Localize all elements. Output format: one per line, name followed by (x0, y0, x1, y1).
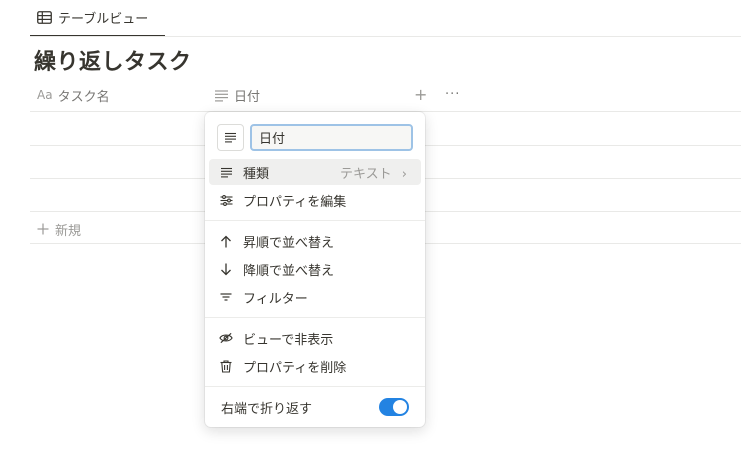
sliders-icon (219, 193, 233, 207)
column-label: タスク名 (57, 89, 110, 105)
menu-item-value: テキスト › (340, 163, 407, 182)
menu-item-label: ビューで非表示 (243, 332, 334, 348)
filter-icon (219, 290, 233, 304)
menu-item-delete-property[interactable]: プロパティを削除 (209, 353, 421, 379)
menu-item-label: 昇順で並べ替え (243, 235, 335, 251)
menu-item-filter[interactable]: フィルター (209, 284, 421, 310)
menu-divider (205, 386, 425, 387)
property-menu: 種類 テキスト › プロパティを編集 昇順で並べ替え 降順で並べ替え (205, 112, 425, 427)
menu-item-label: フィルター (243, 291, 308, 307)
new-row-label: 新規 (55, 223, 82, 239)
menu-item-hide-in-view[interactable]: ビューで非表示 (209, 325, 421, 351)
eye-off-icon (219, 331, 233, 345)
lines-icon (214, 89, 229, 102)
column-label: 日付 (234, 89, 261, 105)
tab-table-view[interactable]: テーブルビュー (30, 0, 165, 37)
menu-item-sort-descending[interactable]: 降順で並べ替え (209, 256, 421, 282)
menu-item-label: 降順で並べ替え (243, 263, 335, 279)
menu-item-label: 種類 (243, 166, 270, 182)
lines-icon (224, 132, 237, 143)
tab-divider (30, 36, 741, 37)
arrow-up-icon (219, 234, 233, 248)
menu-divider (205, 317, 425, 318)
type-value: テキスト (340, 166, 392, 182)
wrap-text-label: 右端で折り返す (221, 401, 313, 417)
menu-item-type[interactable]: 種類 テキスト › (209, 159, 421, 185)
menu-divider (205, 220, 425, 221)
column-header-task-name[interactable]: Aa タスク名 (37, 84, 110, 106)
trash-icon (219, 359, 233, 373)
property-name-input[interactable] (250, 124, 413, 151)
chevron-right-icon: › (401, 166, 407, 182)
page-title[interactable]: 繰り返しタスク (34, 44, 192, 76)
property-type-button[interactable] (217, 124, 244, 151)
plus-icon (37, 223, 49, 235)
new-row-button[interactable]: 新規 (37, 218, 81, 240)
lines-icon (219, 165, 233, 179)
page: テーブルビュー 繰り返しタスク Aa タスク名 日付 + ··· 新規 日付 種… (0, 0, 741, 460)
aa-text-icon: Aa (37, 88, 53, 102)
menu-item-label: プロパティを編集 (243, 194, 347, 210)
menu-item-edit-property[interactable]: プロパティを編集 (209, 187, 421, 213)
column-header-date[interactable]: 日付 (214, 84, 260, 106)
wrap-text-toggle[interactable] (379, 398, 409, 416)
tab-label: テーブルビュー (58, 12, 149, 27)
more-options-button[interactable]: ··· (445, 84, 460, 106)
table-icon (37, 11, 52, 24)
add-column-button[interactable]: + (414, 84, 427, 106)
toggle-knob (393, 400, 407, 414)
menu-item-label: プロパティを削除 (243, 360, 347, 376)
arrow-down-icon (219, 262, 233, 276)
menu-item-sort-ascending[interactable]: 昇順で並べ替え (209, 228, 421, 254)
